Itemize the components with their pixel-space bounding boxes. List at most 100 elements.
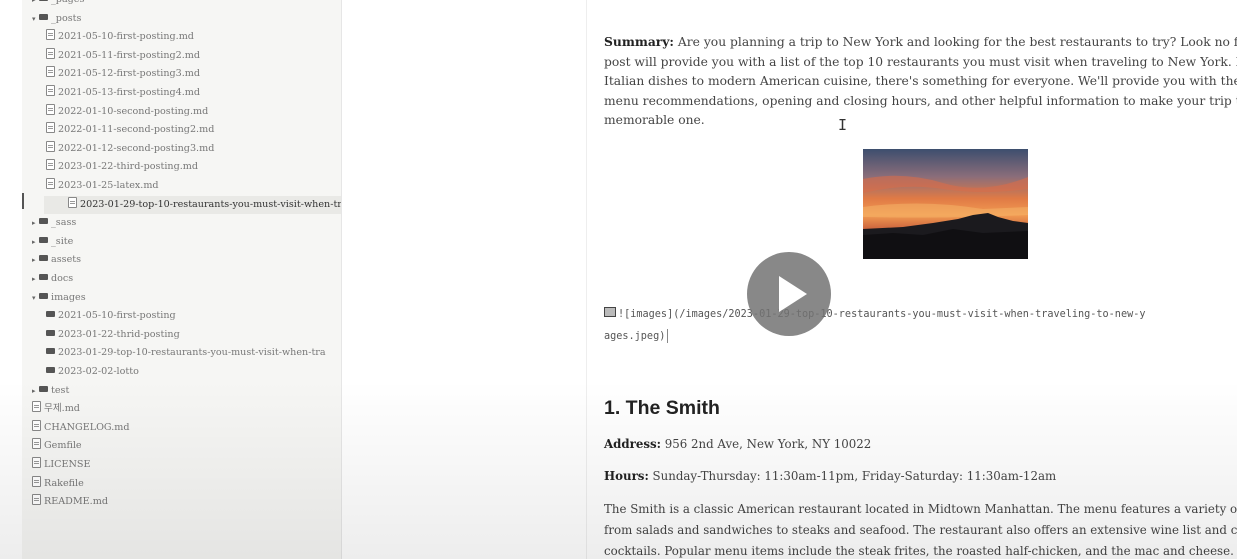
file-tree-item[interactable]: 2022-01-12-second-posting3.md [46, 140, 214, 158]
tree-item-label: _posts [51, 12, 82, 24]
chevron-right-icon[interactable]: ▸ [32, 214, 39, 232]
file-tree-item[interactable]: 2022-01-10-second-posting.md [46, 103, 208, 121]
folder-icon [39, 255, 48, 262]
hours-label: Hours: [604, 469, 649, 483]
file-tree-item[interactable]: Rakefile [32, 475, 84, 493]
folder-icon [39, 13, 48, 20]
address-label: Address: [604, 437, 662, 451]
summary-paragraph: Summary: Are you planning a trip to New … [604, 32, 1237, 131]
file-tree-item[interactable]: CHANGELOG.md [32, 419, 130, 437]
tree-item-label: LICENSE [44, 459, 91, 470]
image-markdown-source[interactable]: ![images](/images/2023-01-29-top-10-rest… [604, 304, 1145, 348]
active-file-marker [22, 193, 24, 209]
play-icon[interactable] [747, 252, 831, 336]
folder-icon [46, 367, 55, 373]
tree-item-label: docs [51, 273, 74, 284]
file-icon [32, 494, 41, 506]
file-icon [32, 419, 41, 431]
tree-item-label: _sass [51, 217, 77, 229]
file-tree-sidebar: ▸ _pages ▾ _posts 2021-05-10-first-posting.m… [22, 0, 342, 559]
chevron-right-icon[interactable]: ▸ [32, 0, 39, 9]
chevron-right-icon[interactable]: ▸ [32, 382, 39, 400]
file-tree-item[interactable]: 2021-05-10-first-posting.md [46, 28, 194, 46]
chevron-right-icon[interactable]: ▸ [32, 251, 39, 269]
description-line: cocktails. Popular menu items include th… [604, 544, 1234, 558]
folder-tree-item[interactable]: ▸ test [32, 382, 69, 400]
file-icon [32, 401, 41, 413]
image-icon [604, 307, 616, 317]
tree-item-label: 2023-01-22-thrid-posting [58, 328, 180, 340]
text-caret [667, 329, 669, 343]
tree-item-label: README.md [44, 496, 108, 508]
file-tree-item[interactable]: LICENSE [32, 456, 90, 474]
restaurant-description: The Smith is a classic American restaura… [604, 499, 1237, 559]
chevron-down-icon[interactable]: ▾ [32, 10, 39, 28]
markdown-line: ages.jpeg) [604, 331, 666, 342]
description-line: from salads and sandwiches to steaks and… [604, 523, 1237, 537]
folder-tree-item[interactable]: 2023-01-29-top-10-restaurants-you-must-v… [46, 344, 326, 362]
tree-item-label: 2023-02-02-lotto [58, 366, 139, 377]
folder-tree-item[interactable]: ▸ _site [32, 233, 73, 251]
tree-item-label: 2023-01-25-latex.md [58, 180, 159, 191]
tree-item-label: 2023-01-22-third-posting.md [58, 161, 198, 173]
folder-icon [39, 292, 48, 299]
folder-icon [46, 348, 55, 355]
file-tree-item[interactable]: Gemfile [32, 437, 82, 455]
address-value: 956 2nd Ave, New York, NY 10022 [661, 437, 872, 451]
file-icon [46, 85, 55, 96]
tree-item-label: Rakefile [44, 477, 84, 489]
tree-item-label: 2022-01-10-second-posting.md [58, 105, 209, 117]
folder-tree-item[interactable]: 2021-05-10-first-posting [46, 307, 176, 325]
file-tree-item[interactable]: README.md [32, 493, 108, 511]
chevron-down-icon[interactable]: ▾ [32, 289, 39, 307]
tree-item-label: 2021-05-12-first-posting3.md [58, 68, 201, 80]
folder-tree-item[interactable]: ▾ images [32, 289, 86, 307]
file-tree-item[interactable]: 2021-05-13-first-posting4.md [46, 84, 200, 102]
folder-tree-item[interactable]: ▸ assets [32, 251, 81, 269]
file-tree-item[interactable]: 2023-01-29-top-10-restaurants-you-must-v… [44, 195, 341, 214]
tree-item-label: 2021-05-11-first-posting2.md [58, 49, 201, 61]
file-icon [46, 47, 55, 59]
file-icon [46, 159, 55, 171]
folder-icon [39, 236, 48, 243]
sunset-image[interactable] [863, 149, 1028, 259]
file-tree-item[interactable]: 2023-01-22-third-posting.md [46, 158, 198, 176]
tree-item-label: 2022-01-11-second-posting2.md [58, 124, 215, 136]
file-icon [46, 66, 55, 78]
tree-item-label: CHANGELOG.md [44, 421, 130, 433]
summary-line: Are you planning a trip to New York and … [673, 35, 1237, 49]
chevron-right-icon[interactable]: ▸ [32, 233, 39, 251]
file-tree-item[interactable]: 2023-01-25-latex.md [46, 177, 159, 195]
folder-tree-item[interactable]: ▾ _posts [32, 10, 81, 28]
folder-tree-item[interactable]: ▸ _sass [32, 214, 76, 232]
file-icon [68, 196, 77, 208]
markdown-editor[interactable]: — — — — Summary: Are you planning a trip… [586, 0, 1237, 559]
file-tree-item[interactable]: 무제.md [32, 400, 80, 418]
tree-item-label: Gemfile [44, 440, 82, 452]
file-tree-item[interactable]: 2021-05-11-first-posting2.md [46, 47, 200, 65]
folder-tree-item[interactable]: ▸ _pages [32, 0, 84, 9]
tree-item-label: images [51, 291, 86, 303]
file-icon [46, 178, 55, 189]
tree-item-label: _pages [51, 0, 84, 5]
file-tree-item[interactable]: 2022-01-11-second-posting2.md [46, 121, 214, 139]
address-line: Address: 956 2nd Ave, New York, NY 10022 [604, 437, 871, 451]
folder-icon [39, 0, 48, 1]
file-icon [32, 438, 41, 450]
folder-tree-item[interactable]: ▸ docs [32, 270, 73, 288]
summary-line: menu recommendations, opening and closin… [604, 93, 1237, 108]
chevron-right-icon[interactable]: ▸ [32, 270, 39, 288]
description-line: The Smith is a classic American restaura… [604, 502, 1237, 516]
file-icon [32, 457, 41, 468]
folder-icon [39, 274, 48, 280]
summary-line: Italian dishes to modern American cuisin… [604, 74, 1237, 88]
sunset-picture [863, 149, 1028, 259]
file-icon [46, 140, 55, 152]
text-cursor-icon: I [838, 116, 848, 134]
folder-icon [46, 311, 55, 318]
file-tree-item[interactable]: 2021-05-12-first-posting3.md [46, 65, 200, 83]
folder-tree-item[interactable]: 2023-02-02-lotto [46, 363, 139, 381]
window-gutter [0, 0, 22, 559]
folder-tree-item[interactable]: 2023-01-22-thrid-posting [46, 326, 180, 344]
summary-line: post will provide you with a list of the… [604, 54, 1237, 69]
